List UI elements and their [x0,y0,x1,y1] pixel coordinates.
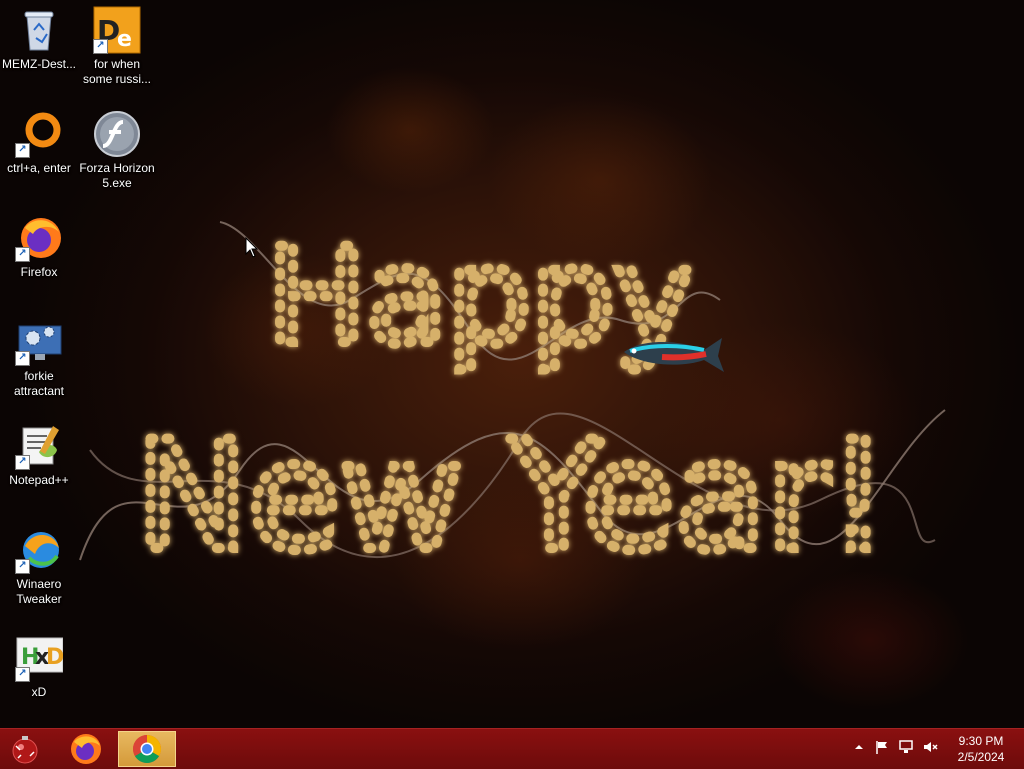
winaero-tweaker-icon: ↗ [15,526,63,574]
desktop-icon-label: Forza Horizon 5.exe [79,161,155,190]
shortcut-arrow-icon: ↗ [15,247,30,262]
flash-player-icon [93,110,141,158]
desktop-icon-xd[interactable]: HxD ↗ xD [0,634,78,700]
chrome-icon [133,735,161,763]
desktop-icon-for-when-some-russian[interactable]: De ↗ for when some russi... [78,6,156,87]
shortcut-arrow-icon: ↗ [15,143,30,158]
desktop-icon-ctrl-a-enter[interactable]: ↗ ctrl+a, enter [0,110,78,176]
desktop-icon-label: Notepad++ [9,473,69,487]
shortcut-arrow-icon: ↗ [15,351,30,366]
desktop-icon-forkie-attractant[interactable]: ↗ forkie attractant [0,318,78,399]
taskbar-clock[interactable]: 9:30 PM 2/5/2024 [948,733,1014,765]
greeting-line-2: New Year! [136,410,889,584]
notepad-plus-plus-icon: ↗ [15,422,63,470]
clock-date: 2/5/2024 [957,750,1005,764]
shortcut-arrow-icon: ↗ [93,39,108,54]
fish-icon [624,338,724,372]
desktop-icon-winaero-tweaker[interactable]: ↗ Winaero Tweaker [0,526,78,607]
desktop-icon-label: xD [31,685,47,699]
show-hidden-icons-chevron[interactable] [850,739,868,757]
christmas-ornament-start-icon [12,736,38,764]
desktop-icon-notepad-plus-plus[interactable]: ↗ Notepad++ [0,422,78,488]
taskbar-chrome-active[interactable] [118,731,176,767]
clock-time: 9:30 PM [958,734,1004,748]
hxd-icon: HxD ↗ [15,634,64,682]
desktop-icon-label: ctrl+a, enter [7,161,71,175]
taskbar-firefox[interactable] [56,731,114,767]
volume-muted-icon[interactable] [921,739,939,757]
desktop-icon-firefox[interactable]: ↗ Firefox [0,214,78,280]
network-icon[interactable] [897,739,915,757]
shortcut-arrow-icon: ↗ [15,455,30,470]
firefox-icon: ↗ [15,214,63,262]
desktop-icon-label: MEMZ-Dest... [2,57,76,71]
desktop-icon-label: Firefox [20,265,58,279]
desktop-icon-label: forkie attractant [13,369,65,398]
desktop-icon-label: for when some russi... [82,57,151,86]
desktop-icon-memz[interactable]: MEMZ-Dest... [0,6,78,72]
desktop-icon-label: Winaero Tweaker [16,577,62,606]
desktop[interactable]: Happy New Year! MEMZ-Dest... ↗ ctrl+a, e… [0,0,1024,728]
firefox-icon [71,734,101,764]
orange-ring-icon: ↗ [15,110,63,158]
taskbar: 9:30 PM 2/5/2024 [0,728,1024,769]
recycle-bin-icon [15,6,63,54]
svg-text:e: e [117,27,132,52]
shortcut-arrow-icon: ↗ [15,559,30,574]
dependency-walker-icon: De ↗ [93,6,141,54]
monitor-gears-icon: ↗ [15,318,63,366]
svg-text:D: D [46,645,63,670]
shortcut-arrow-icon: ↗ [15,667,30,682]
start-button[interactable] [0,731,50,767]
desktop-icon-forza-horizon[interactable]: Forza Horizon 5.exe [78,110,156,191]
mouse-pointer-icon [245,237,259,258]
action-center-flag-icon[interactable] [873,739,891,757]
